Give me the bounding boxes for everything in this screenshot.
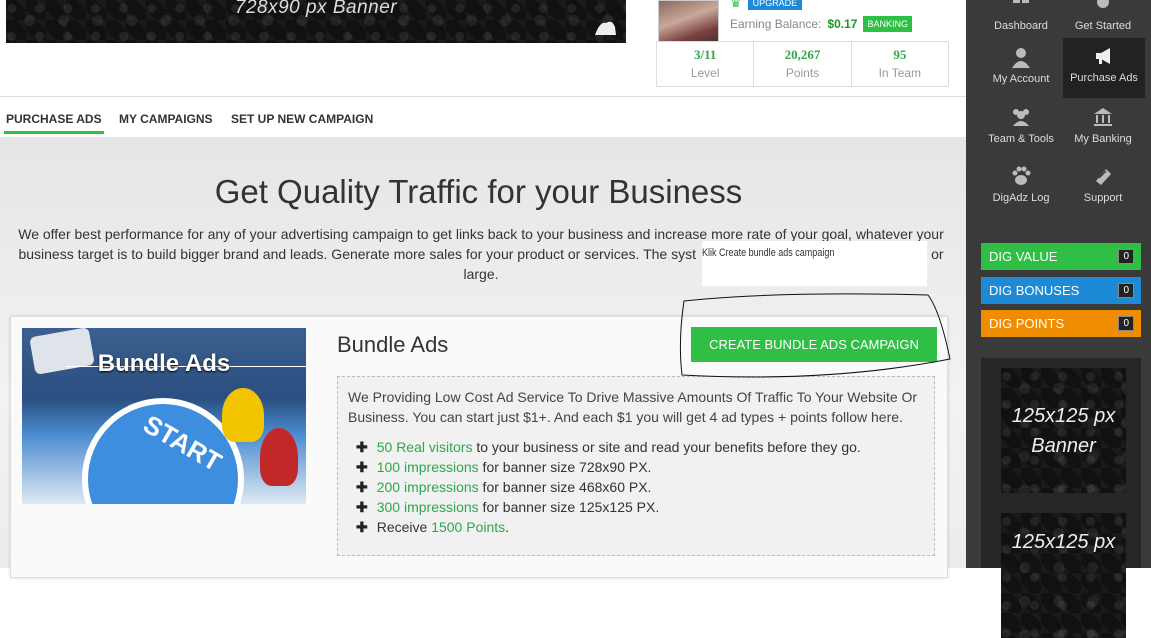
list-item: ✚ 200 impressions for banner size 468x60 … [356,479,652,495]
stat-points: 20,267 Points [754,42,852,86]
plus-icon: ✚ [356,519,368,535]
tooltip-text: Klik Create bundle ads campaign [702,247,835,259]
stat-level: 3/11 Level [657,42,755,86]
tab-set-up-new-campaign[interactable]: SET UP NEW CAMPAIGN [231,112,373,126]
meter-count: 0 [1118,316,1134,331]
tab-my-campaigns[interactable]: MY CAMPAIGNS [119,112,213,126]
upgrade-row: ♛ UPGRADE [730,0,803,11]
meter-count: 0 [1118,283,1134,298]
stat-label: Level [690,66,720,80]
bundle-title: Bundle Ads [337,332,449,357]
dig-points-meter[interactable]: DIG POINTS 0 [981,310,1141,337]
right-sidebar: Dashboard Get Started My Account Purchas… [966,0,1151,638]
plus-icon: ✚ [356,439,368,455]
paw-icon [1012,166,1031,185]
hand-drawn-highlight [679,293,951,378]
dashboard-icon [1013,0,1029,3]
dig-bonuses-meter[interactable]: DIG BONUSES 0 [981,277,1141,304]
meter-label: DIG VALUE [989,249,1058,264]
balance-value: $0.17 [827,17,858,31]
list-item: ✚ 50 Real visitors to your business or si… [356,439,861,455]
list-item: ✚ 300 impressions for banner size 125x125… [356,499,660,515]
dig-value-meter[interactable]: DIG VALUE 0 [981,243,1141,270]
balance-label: Earning Balance: [730,17,822,31]
side-banner-ad[interactable]: 125x125 px [1001,513,1126,638]
sidebar-ads: 125x125 px Banner 125x125 px [981,358,1141,638]
plus-icon: ✚ [356,459,368,475]
sidebar-item-support[interactable]: Support [1062,158,1144,218]
bundle-feature-list: ✚ 50 Real visitors to your business or si… [348,437,924,537]
top-banner-ad[interactable]: 728x90 px Banner [6,0,626,43]
stat-value: 20,267 [784,47,821,62]
sidebar-item-purchase-ads[interactable]: Purchase Ads [1063,38,1145,98]
sidebar-item-my-banking[interactable]: My Banking [1062,99,1144,159]
side-banner-ad[interactable]: 125x125 px Banner [1001,368,1126,493]
banking-button[interactable]: BANKING [863,16,912,32]
bundle-description: We Providing Low Cost Ad Service To Driv… [348,389,918,425]
bundle-ads-image: Bundle Ads START [22,328,306,504]
get-started-icon [1097,0,1109,8]
sidebar-item-digadz-log[interactable]: DigAdz Log [980,158,1062,218]
meter-label: DIG BONUSES [989,283,1080,298]
stat-team: 95 In Team [852,42,948,86]
bundle-image-title: Bundle Ads [97,350,231,377]
mascot-icon [595,21,616,35]
stat-label: In Team [878,66,922,80]
user-icon [1012,48,1030,68]
tab-purchase-ads[interactable]: PURCHASE ADS [4,112,104,134]
sidebar-item-my-account[interactable]: My Account [980,39,1062,99]
stat-value: 95 [893,47,907,62]
list-item: ✚ 100 impressions for banner size 728x90 … [356,459,652,475]
list-item: ✚ Receive 1500 Points. [356,519,510,535]
bank-icon [1094,108,1112,126]
tab-bar: PURCHASE ADS MY CAMPAIGNS SET UP NEW CAM… [0,96,966,138]
side-banner-text: 125x125 px [1011,531,1116,553]
upgrade-button[interactable]: UPGRADE [747,0,803,10]
stat-value: 3/11 [693,47,717,62]
stat-label: Points [785,66,820,80]
top-banner-text: 728x90 px Banner [234,0,398,18]
balance-row: Earning Balance: $0.17 BANKING [730,16,912,32]
megaphone-icon [1096,48,1110,64]
trophy-icon: ♛ [730,0,742,10]
meter-count: 0 [1118,249,1134,264]
bundle-description-box: We Providing Low Cost Ad Service To Driv… [337,376,935,556]
sidebar-item-team-tools[interactable]: Team & Tools [980,99,1062,159]
plus-icon: ✚ [356,479,368,495]
meter-label: DIG POINTS [989,316,1065,331]
plus-icon: ✚ [356,499,368,515]
annotation-tooltip: Klik Create bundle ads campaign [702,241,927,286]
team-icon [1013,109,1029,126]
page-title: Get Quality Traffic for your Business [214,173,743,210]
user-stats: 3/11 Level 20,267 Points 95 In Team [656,41,949,87]
side-banner-text: 125x125 px Banner [1011,404,1116,457]
support-icon [1096,169,1111,185]
